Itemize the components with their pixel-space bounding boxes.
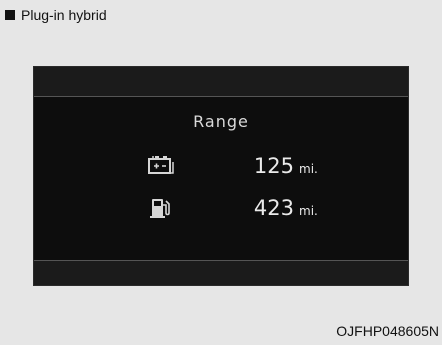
battery-range-unit: mi. [299,162,318,176]
display-top-band [34,67,408,97]
range-title: Range [193,112,249,131]
fuel-pump-icon [144,197,178,219]
display-bottom-band [34,260,408,285]
section-caption: Plug-in hybrid [5,7,107,23]
cluster-display: Range 125 mi. 423 mi. [33,66,409,286]
battery-range-row: 125 mi. [144,153,354,179]
fuel-range-row: 423 mi. [144,195,354,221]
fuel-range-unit: mi. [299,204,318,218]
bullet-square-icon [5,10,15,20]
battery-icon [144,155,178,177]
image-code: OJFHP048605N [336,323,439,339]
fuel-range-value: 423 [253,196,294,220]
battery-range-value: 125 [253,154,294,178]
caption-text: Plug-in hybrid [21,7,107,23]
